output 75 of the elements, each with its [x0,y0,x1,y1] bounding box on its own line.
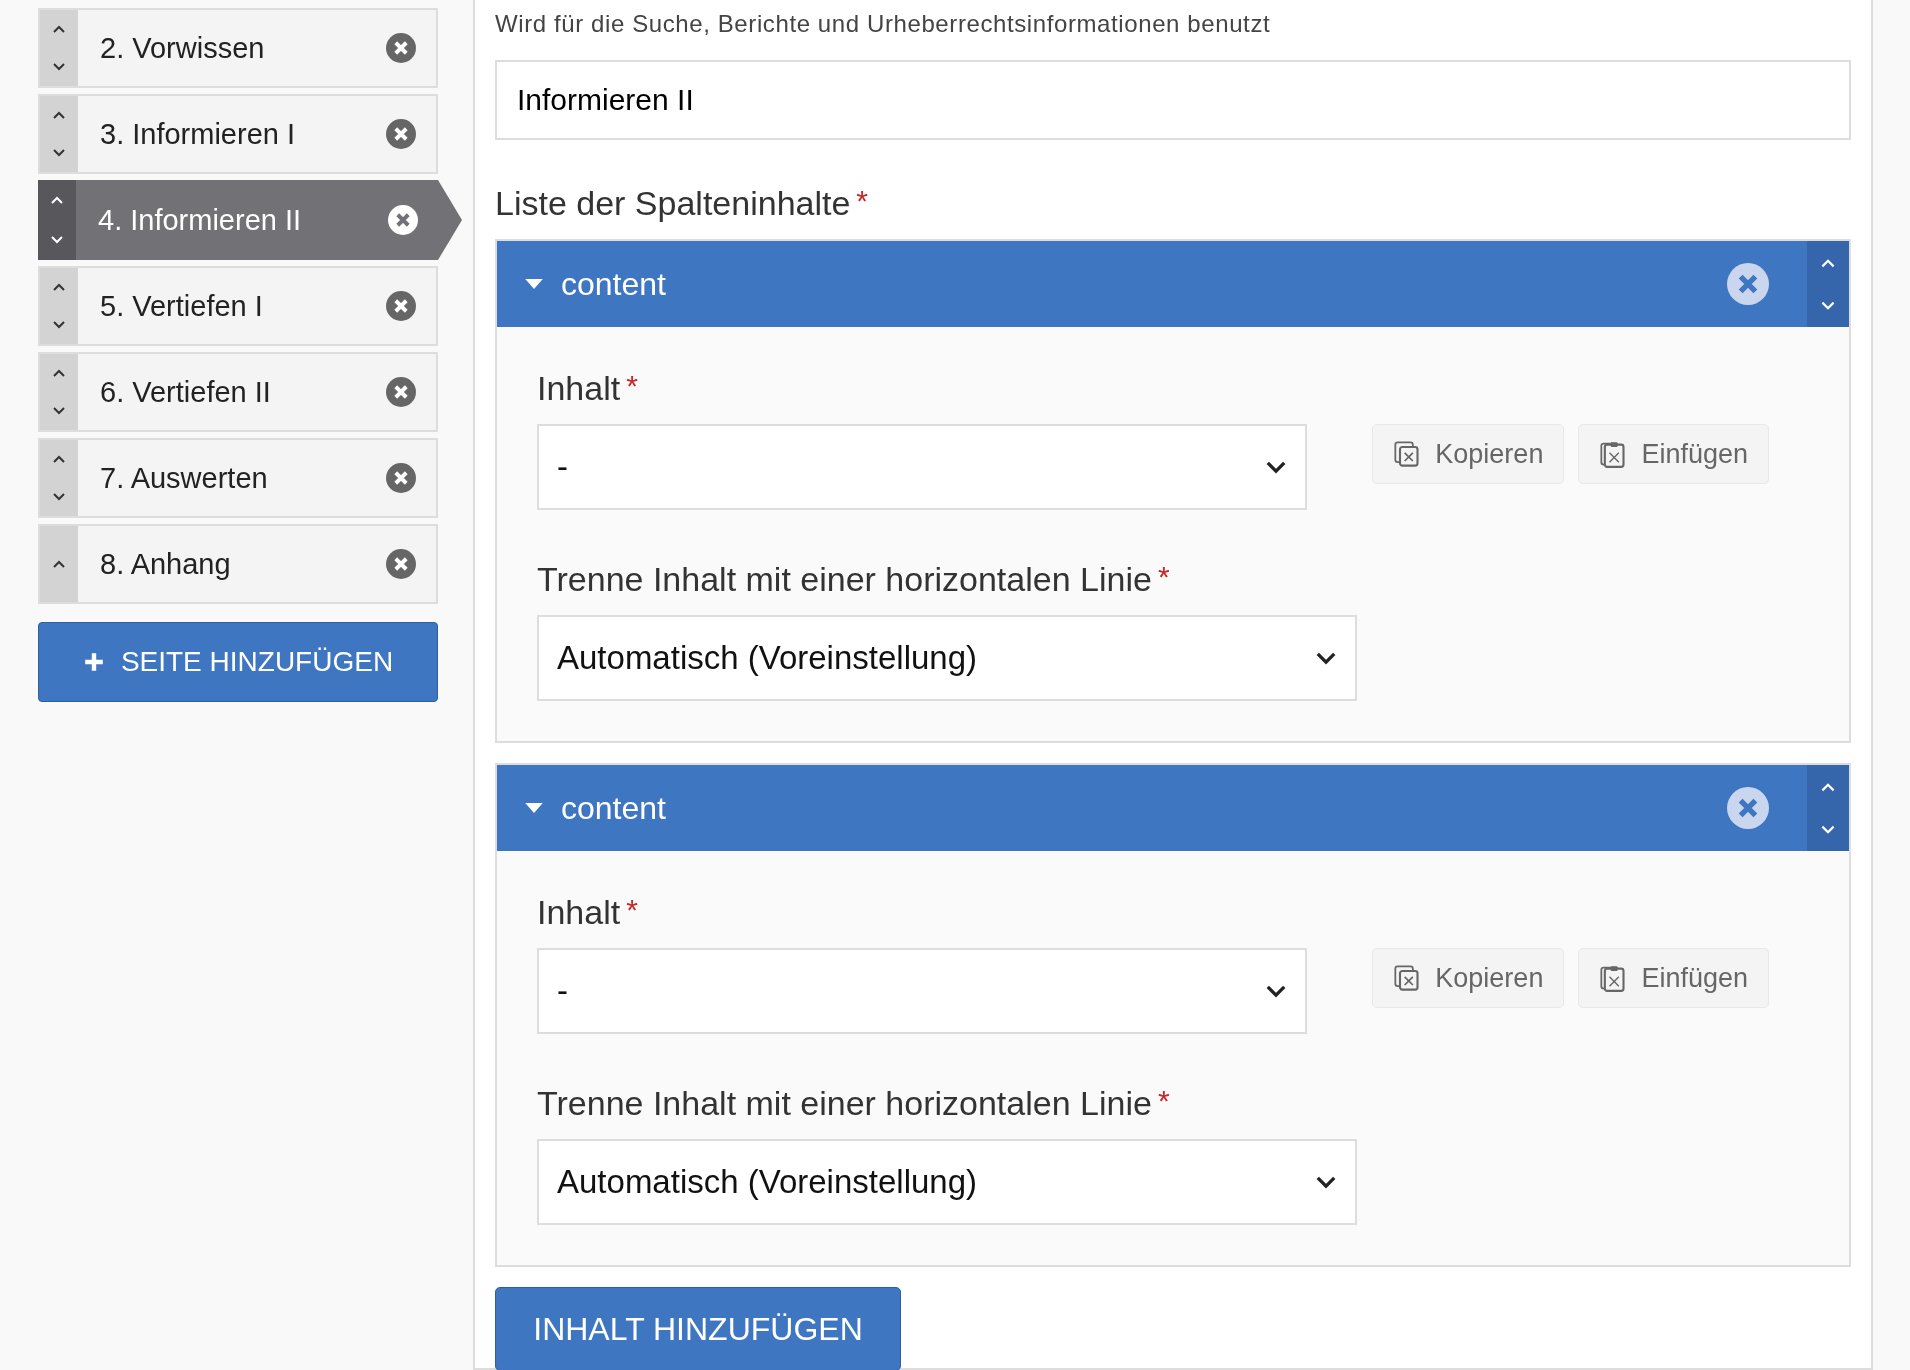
page-item[interactable]: 6. Vertiefen II [38,352,438,432]
field-label: Trenne Inhalt mit einer horizontalen Linie [537,560,1152,598]
chevron-up-icon[interactable] [51,110,67,120]
required-mark: * [626,893,638,926]
chevron-down-icon[interactable] [1819,299,1837,312]
page-item[interactable]: 5. Vertiefen I [38,266,438,346]
copy-button[interactable]: Kopieren [1372,948,1565,1008]
chevron-down-icon [1265,984,1287,998]
page-item[interactable]: 2. Vorwissen [38,8,438,88]
page-title: 2. Vorwissen [99,31,266,65]
paste-button[interactable]: Einfügen [1578,948,1769,1008]
chevron-up-icon[interactable] [51,368,67,378]
chevron-up-icon[interactable] [51,454,67,464]
content-select[interactable]: - [537,948,1307,1034]
copy-icon [1393,964,1422,992]
page-title: 5. Vertiefen I [99,289,264,323]
field-label: Liste der Spalteninhalte [495,184,851,222]
copy-icon [1393,440,1422,468]
field-label: Inhalt [537,369,621,407]
page-item[interactable]: 3. Informieren I [38,94,438,174]
chevron-down-icon[interactable] [1819,823,1837,836]
chevron-down-icon [1265,460,1287,474]
add-content-button[interactable]: INHALT HINZUFÜGEN [495,1287,901,1370]
separator-select[interactable]: Automatisch (Voreinstellung) [537,1139,1357,1225]
clipboard-icon [1599,440,1628,468]
required-mark: * [1157,560,1170,593]
page-title: 4. Informieren II [97,203,303,237]
close-icon[interactable] [386,549,416,579]
chevron-down-icon[interactable] [51,406,67,416]
close-icon[interactable] [386,33,416,63]
close-icon[interactable] [386,119,416,149]
title-field[interactable]: Informieren II [495,60,1851,140]
caret-down-icon[interactable] [525,279,543,289]
paste-button[interactable]: Einfügen [1578,424,1769,484]
chevron-up-icon[interactable] [51,24,67,34]
close-icon[interactable] [386,291,416,321]
chevron-up-icon[interactable] [51,282,67,292]
page-title: 8. Anhang [99,547,232,581]
copy-button[interactable]: Kopieren [1372,424,1565,484]
chevron-down-icon[interactable] [51,320,67,330]
field-label: Trenne Inhalt mit einer horizontalen Linie [537,1084,1152,1122]
required-mark: * [626,369,638,402]
group-title: content [561,265,667,303]
required-mark: * [1157,1084,1170,1117]
page-item[interactable]: 7. Auswerten [38,438,438,518]
group-header[interactable]: content [497,765,1849,851]
separator-select[interactable]: Automatisch (Voreinstellung) [537,615,1357,701]
page-item[interactable]: 4. Informieren II [38,180,462,260]
field-label: Inhalt [537,893,621,931]
close-icon[interactable] [386,377,416,407]
page-item[interactable]: 8. Anhang [38,524,438,604]
chevron-down-icon [1315,651,1337,665]
content-select[interactable]: - [537,424,1307,510]
chevron-down-icon [1315,1175,1337,1189]
help-text: Wird für die Suche, Berichte und Urheberrechtsinformationen benutzt [495,9,1272,38]
plus-icon [82,651,105,673]
page-title: 6. Vertiefen II [99,375,272,409]
close-icon[interactable] [1727,787,1769,829]
page-title: 7. Auswerten [99,461,269,495]
close-icon[interactable] [388,205,418,235]
page-title: 3. Informieren I [99,117,297,151]
group-header[interactable]: content [497,241,1849,327]
chevron-up-icon[interactable] [51,559,67,569]
add-page-button[interactable]: SEITE HINZUFÜGEN [38,622,438,702]
required-mark: * [856,184,869,217]
chevron-down-icon[interactable] [51,148,67,158]
close-icon[interactable] [386,463,416,493]
close-icon[interactable] [1727,263,1769,305]
chevron-down-icon[interactable] [51,62,67,72]
chevron-down-icon[interactable] [51,492,67,502]
clipboard-icon [1599,964,1628,992]
chevron-up-icon[interactable] [49,195,65,205]
group-title: content [561,789,667,827]
caret-down-icon[interactable] [525,803,543,813]
chevron-down-icon[interactable] [49,235,65,245]
